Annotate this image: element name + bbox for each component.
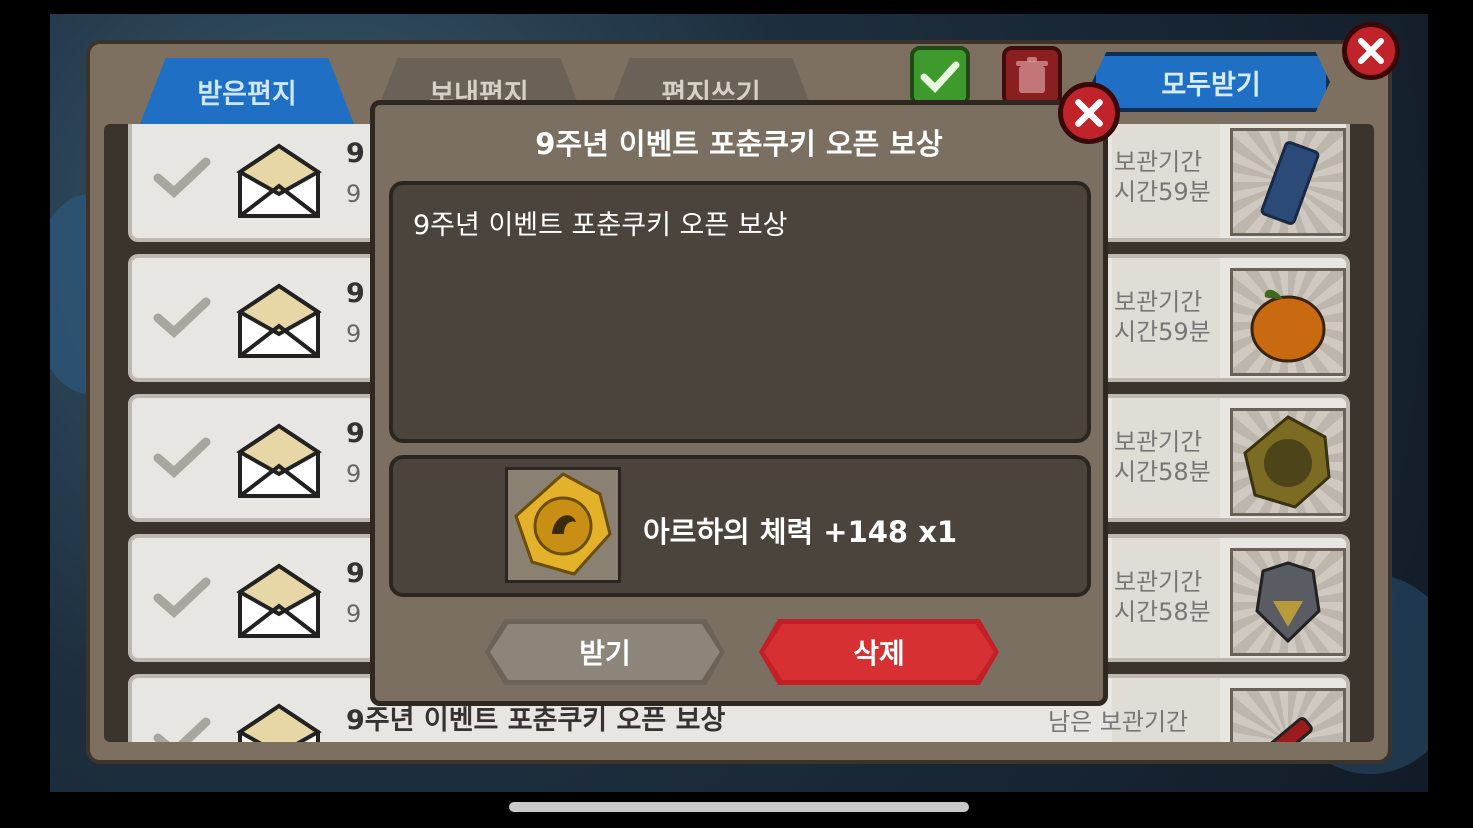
- receive-all-label: 모두받기: [1161, 69, 1261, 101]
- remaining-time-label: 남은 보관기간: [1048, 708, 1189, 736]
- reward-box: 아르하의 체력 +148 x1: [389, 455, 1091, 597]
- tab-received-mail[interactable]: 받은편지: [140, 58, 354, 124]
- trash-icon: [1016, 57, 1048, 93]
- receive-all-button[interactable]: 모두받기: [1092, 52, 1330, 112]
- mail-title: 9: [346, 558, 365, 589]
- message-text: 9주년 이벤트 포춘쿠키 오픈 보상: [413, 210, 788, 241]
- mail-title: 9: [346, 138, 365, 169]
- ticket-icon: [1230, 128, 1346, 236]
- checkmark-icon[interactable]: [152, 712, 212, 742]
- envelope-open-icon: [236, 703, 322, 742]
- close-icon: [1358, 38, 1384, 64]
- select-all-button[interactable]: [910, 46, 970, 106]
- armor-icon: [1230, 548, 1346, 656]
- reward-text: 아르하의 체력 +148 x1: [643, 515, 958, 549]
- delete-selected-button[interactable]: [1002, 46, 1062, 106]
- mail-title: 9: [346, 278, 365, 309]
- delete-button[interactable]: 삭제: [759, 619, 999, 685]
- mail-subtitle: 9: [346, 600, 362, 628]
- syringe-icon: [1230, 688, 1346, 742]
- close-icon: [1075, 99, 1103, 127]
- gold-medal-icon: [1230, 408, 1346, 516]
- mail-subtitle: 9: [346, 180, 362, 208]
- mail-title: 9: [346, 418, 365, 449]
- close-dialog-button[interactable]: [1058, 82, 1120, 144]
- message-box: 9주년 이벤트 포춘쿠키 오픈 보상: [389, 181, 1091, 443]
- orange-fruit-icon: [1230, 268, 1346, 376]
- remaining-time-value: 시간59분: [1114, 318, 1211, 346]
- checkmark-icon[interactable]: [152, 572, 212, 622]
- remaining-time-value: 시간58분: [1114, 458, 1211, 486]
- checkmark-icon[interactable]: [152, 432, 212, 482]
- remaining-time-value: 시간59분: [1114, 178, 1211, 206]
- mail-detail-dialog: 9주년 이벤트 포춘쿠키 오픈 보상 9주년 이벤트 포춘쿠키 오픈 보상 아르…: [370, 100, 1108, 706]
- envelope-open-icon: [236, 423, 322, 498]
- remaining-time-value: 시간58분: [1114, 598, 1211, 626]
- receive-button-label: 받기: [579, 637, 631, 670]
- dialog-title: 9주년 이벤트 포춘쿠키 오픈 보상: [535, 127, 943, 161]
- receive-button[interactable]: 받기: [485, 619, 725, 685]
- mail-subtitle: 9: [346, 460, 362, 488]
- envelope-open-icon: [236, 143, 322, 218]
- gold-medal-icon: [505, 467, 621, 583]
- home-indicator[interactable]: [509, 802, 969, 812]
- close-mailbox-button[interactable]: [1342, 22, 1400, 80]
- tab-label: 받은편지: [197, 78, 297, 110]
- envelope-open-icon: [236, 283, 322, 358]
- checkmark-icon[interactable]: [152, 292, 212, 342]
- delete-button-label: 삭제: [853, 637, 905, 670]
- checkmark-icon[interactable]: [152, 152, 212, 202]
- check-icon: [920, 61, 960, 93]
- mail-subtitle: 9: [346, 320, 362, 348]
- envelope-open-icon: [236, 563, 322, 638]
